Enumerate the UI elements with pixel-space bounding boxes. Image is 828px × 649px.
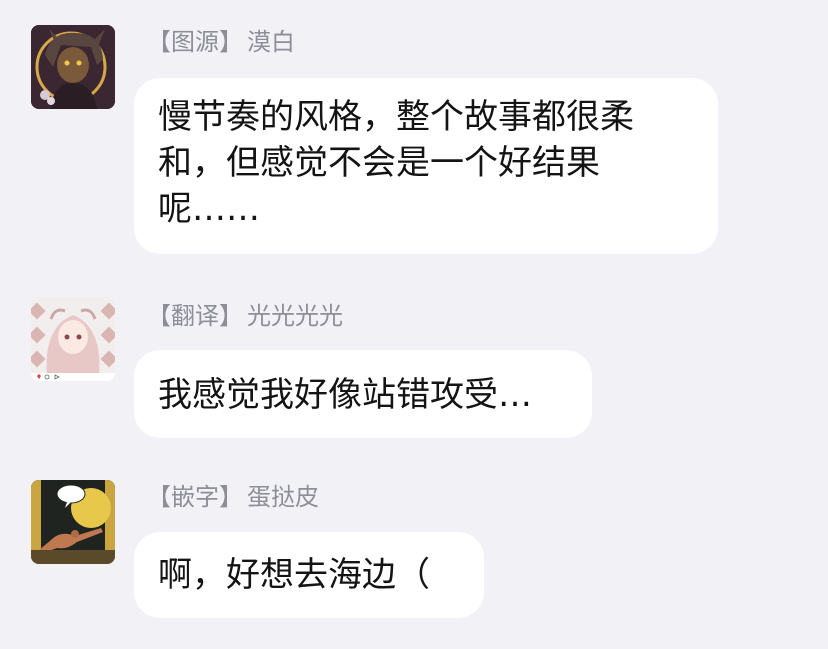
message-bubble[interactable]: 我感觉我好像站错攻受… [134,350,592,438]
message-bubble[interactable]: 慢节奏的风格，整个故事都很柔和，但感觉不会是一个好结果呢…… [134,78,718,254]
avatar[interactable] [31,480,115,564]
message-bubble[interactable]: 啊，好想去海边（ [134,532,484,618]
avatar-comic-figure-icon [31,480,115,564]
sender-role-tag: 【翻译】 [147,302,243,330]
sender-role-tag: 【嵌字】 [147,483,243,511]
sender-role-tag: 【图源】 [147,28,243,56]
sender-label: 【嵌字】 蛋挞皮 [147,482,319,512]
avatar-dark-hair-character-icon [31,25,115,109]
avatar[interactable] [31,297,115,381]
chat-history: 【图源】 漠白 慢节奏的风格，整个故事都很柔和，但感觉不会是一个好结果呢…… 【… [0,0,828,649]
avatar[interactable] [31,25,115,109]
sender-name: 光光光光 [247,302,343,330]
sender-name: 漠白 [247,28,295,56]
sender-name: 蛋挞皮 [247,483,319,511]
sender-label: 【翻译】 光光光光 [147,301,343,331]
sender-label: 【图源】 漠白 [147,27,295,57]
avatar-pink-hair-character-icon [31,297,115,381]
